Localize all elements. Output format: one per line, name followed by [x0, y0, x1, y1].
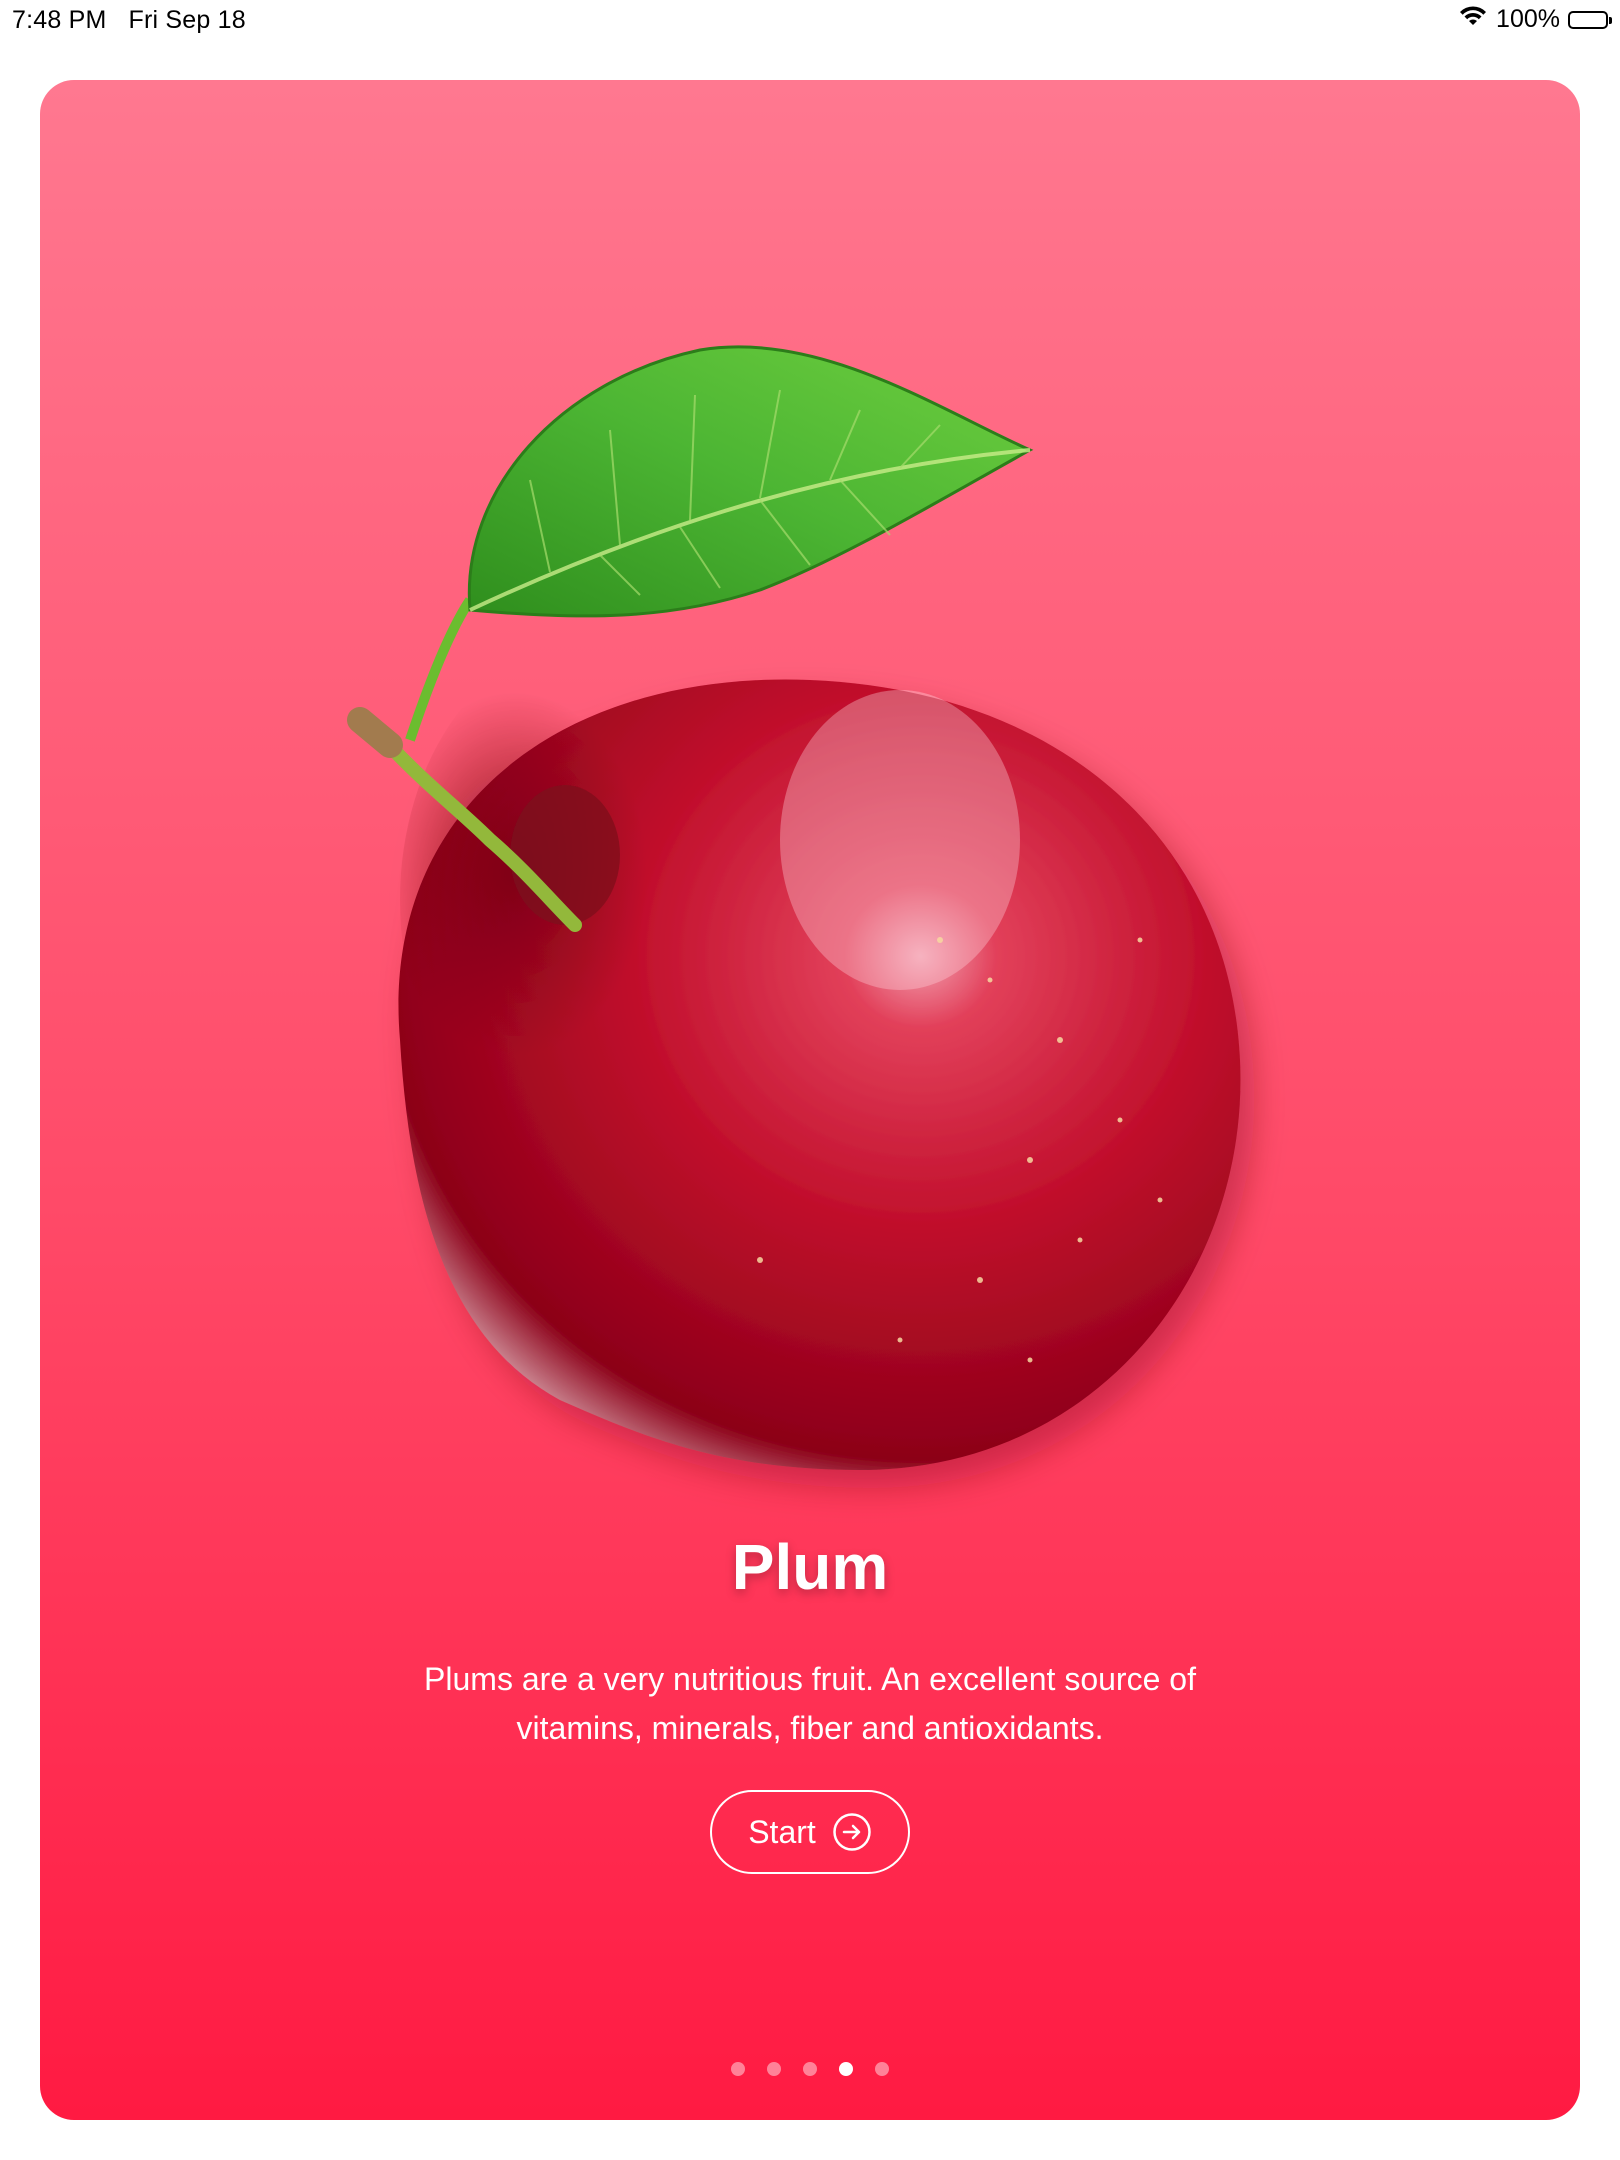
page-dot-1[interactable]	[731, 2062, 745, 2076]
status-left: 7:48 PM Fri Sep 18	[12, 6, 246, 35]
onboarding-screen: 7:48 PM Fri Sep 18 100% Plum Plums are a…	[0, 0, 1620, 2160]
battery-percent: 100%	[1496, 5, 1560, 33]
wifi-icon	[1458, 5, 1488, 34]
status-date: Fri Sep 18	[128, 6, 246, 34]
plum-image	[340, 340, 1320, 1560]
status-time: 7:48 PM	[12, 6, 107, 34]
page-dot-5[interactable]	[875, 2062, 889, 2076]
status-bar: 7:48 PM Fri Sep 18 100%	[0, 0, 1620, 40]
page-dot-3[interactable]	[803, 2062, 817, 2076]
fruit-description: Plums are a very nutritious fruit. An ex…	[424, 1661, 1196, 1746]
start-button-label: Start	[748, 1813, 816, 1850]
status-right: 100%	[1458, 5, 1612, 34]
page-indicator[interactable]	[40, 2062, 1580, 2076]
page-dot-2[interactable]	[767, 2062, 781, 2076]
arrow-right-circle-icon	[832, 1812, 872, 1852]
onboarding-card[interactable]: Plum Plums are a very nutritious fruit. …	[40, 80, 1580, 2120]
start-button[interactable]: Start	[710, 1790, 910, 1874]
battery-icon	[1568, 10, 1612, 29]
plum-leaf	[467, 345, 1034, 618]
page-dot-4[interactable]	[839, 2062, 853, 2076]
fruit-title: Plum	[731, 1531, 889, 1603]
